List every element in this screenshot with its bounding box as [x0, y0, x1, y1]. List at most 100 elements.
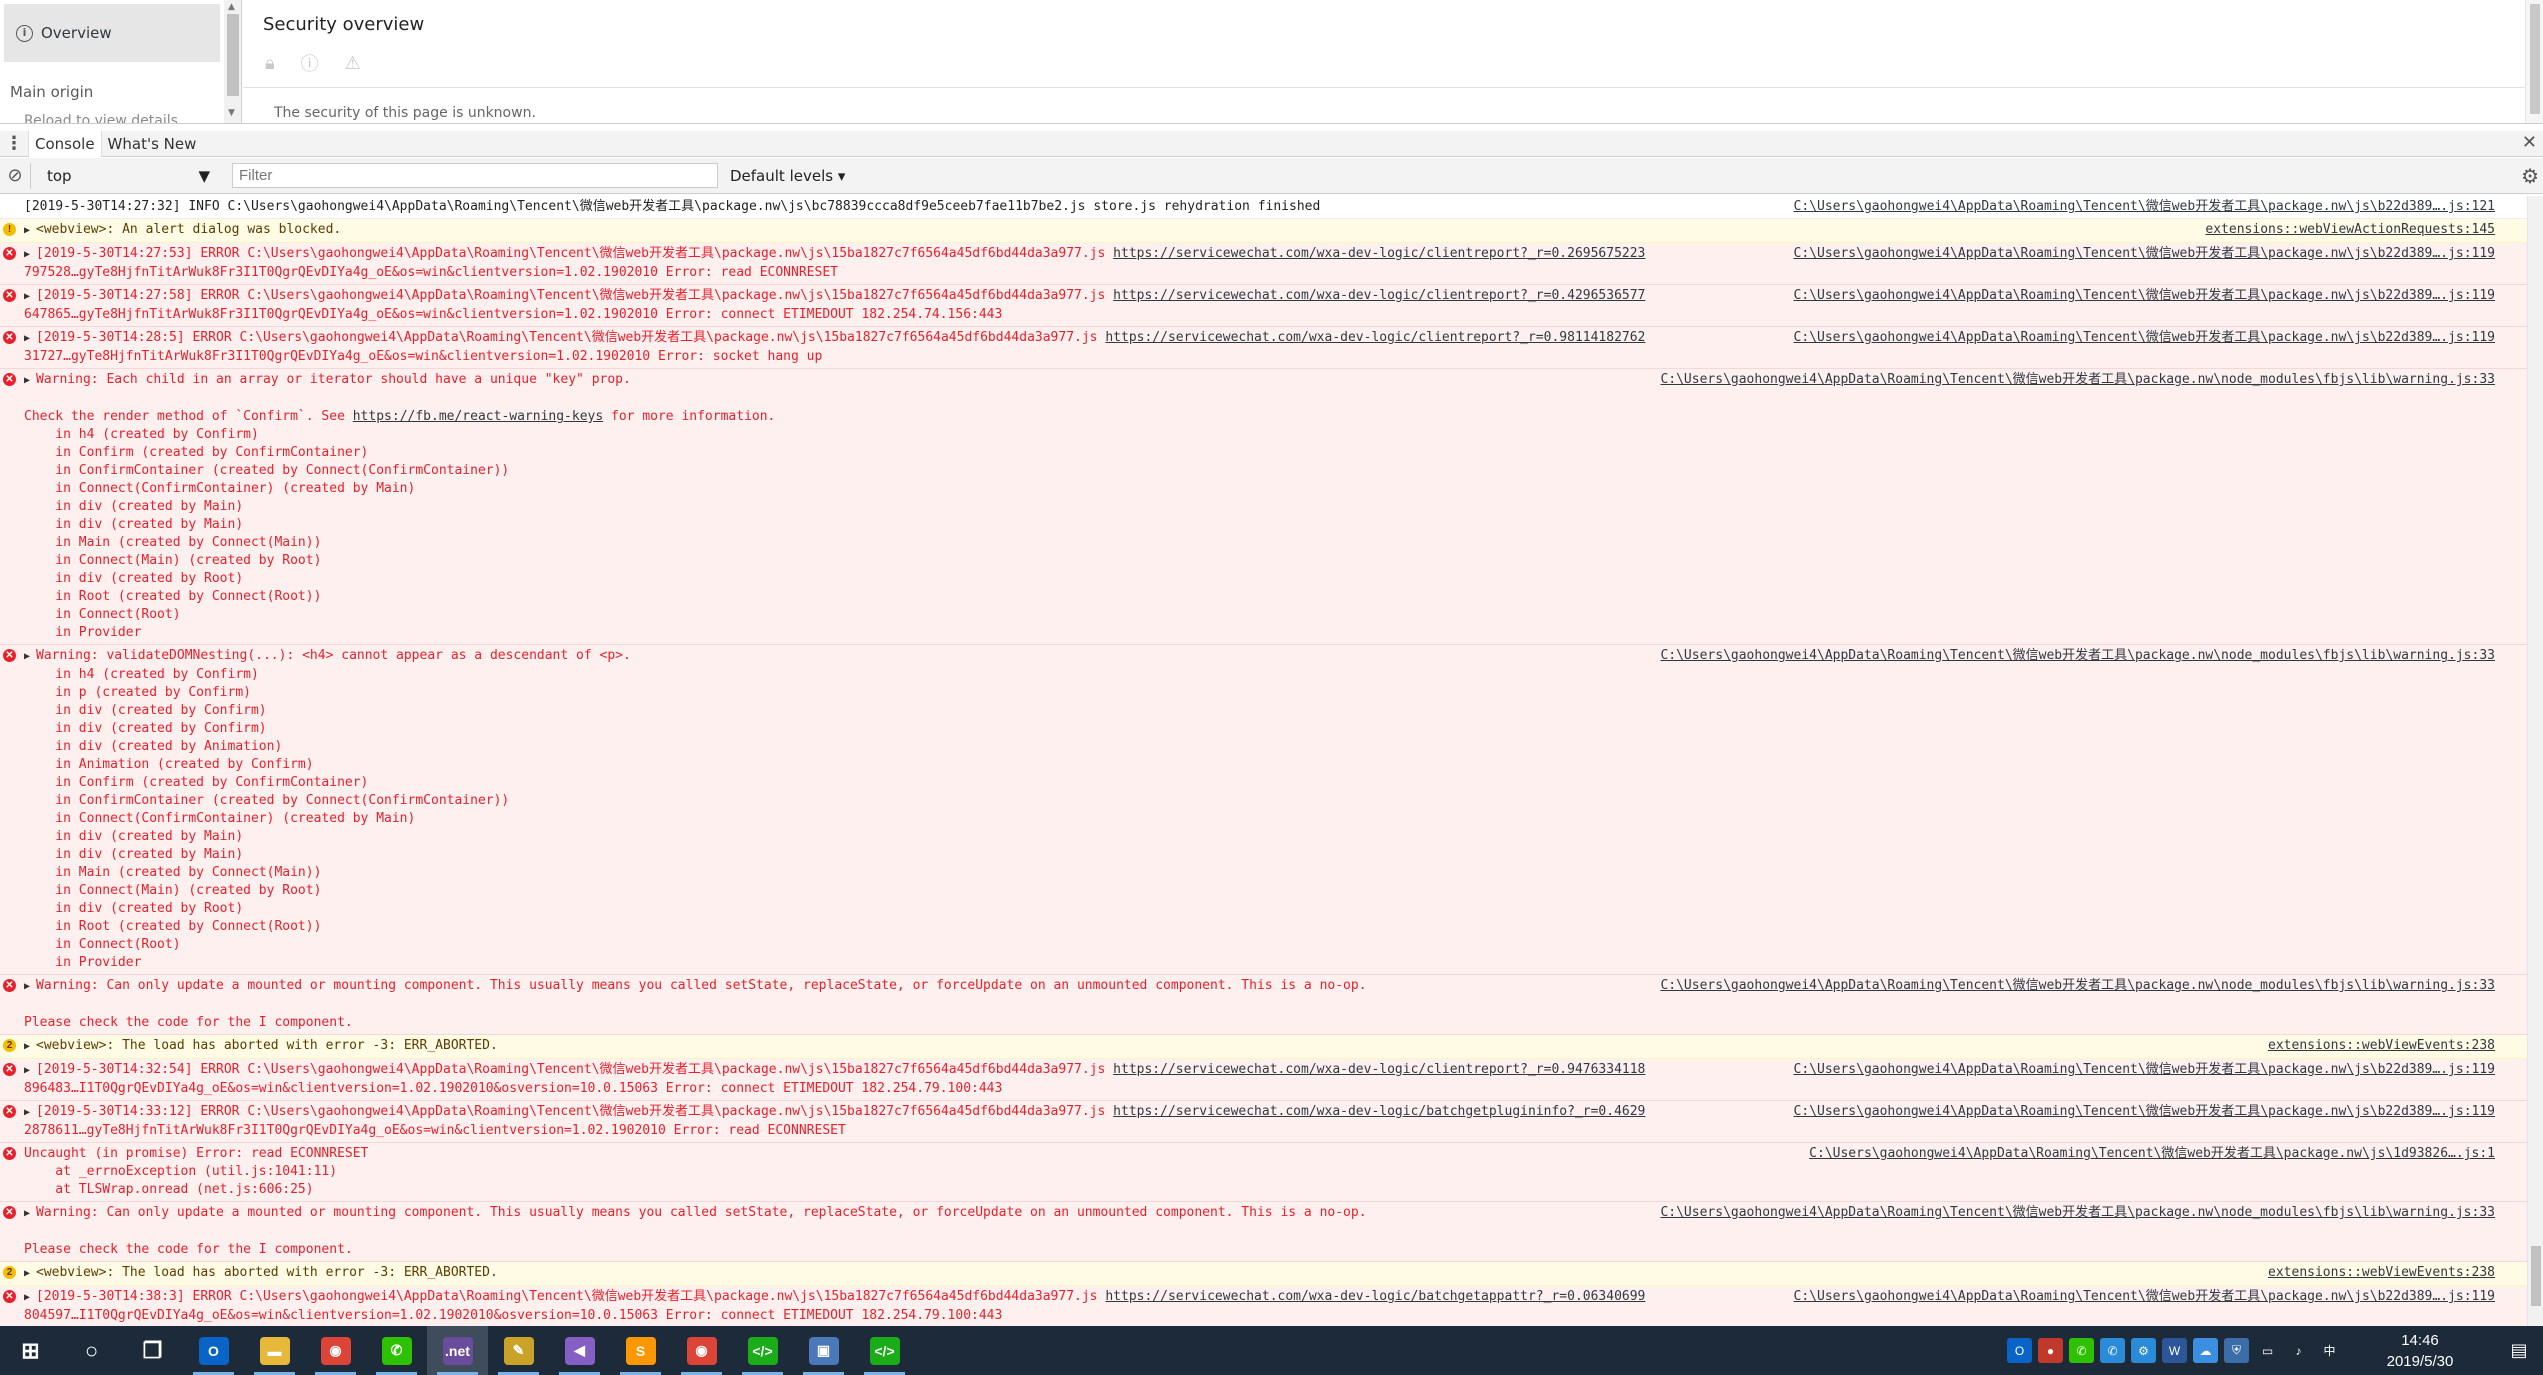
console-message[interactable]: 2 extensions::webViewEvents:238 ▶ <webview>… — [0, 1262, 2527, 1286]
notification-icon[interactable]: ▤ — [2495, 1326, 2543, 1375]
scrollbar-thumb[interactable] — [2531, 1246, 2541, 1306]
start-button[interactable]: ⊞ — [0, 1326, 61, 1375]
wechat-devtools-app[interactable]: </> — [732, 1326, 793, 1375]
source-link[interactable]: C:\Users\gaohongwei4\AppData\Roaming\Ten… — [1794, 245, 2495, 263]
gear-icon[interactable]: ⚙ — [2521, 164, 2539, 188]
console-message[interactable]: 2 extensions::webViewEvents:238 ▶ <webview>… — [0, 1035, 2527, 1059]
editor-app[interactable]: ✎ — [488, 1326, 549, 1375]
docs-link[interactable]: https://fb.me/react-warning-keys — [353, 409, 603, 424]
sidebar-item-overview[interactable]: i Overview — [4, 4, 220, 62]
clear-console-icon[interactable]: ⊘ — [0, 165, 30, 186]
expand-triangle-icon[interactable]: ▶ — [24, 1289, 36, 1307]
source-link[interactable]: C:\Users\gaohongwei4\AppData\Roaming\Ten… — [1794, 198, 2495, 216]
search-button[interactable]: ○ — [61, 1326, 122, 1375]
volume-tray-icon[interactable]: ♪ — [2286, 1338, 2311, 1363]
scroll-up-icon[interactable]: ▲ — [228, 2, 235, 12]
console-message[interactable]: ✕ C:\Users\gaohongwei4\AppData\Roaming\Te… — [0, 1101, 2527, 1143]
scrollbar-thumb[interactable] — [227, 14, 239, 96]
more-vertical-icon[interactable]: ⋮ — [0, 134, 28, 153]
filter-input[interactable] — [232, 163, 718, 188]
clock[interactable]: 14:46 2019/5/30 — [2345, 1330, 2495, 1372]
console-toolbar: ⊘ top ▼ Default levels ▾ ⚙ — [0, 158, 2543, 194]
console-message[interactable]: ✕ C:\Users\gaohongwei4\AppData\Roaming\Te… — [0, 975, 2527, 1035]
request-url-link[interactable]: https://servicewechat.com/wxa-dev-logic/… — [1113, 288, 1645, 303]
source-link[interactable]: C:\Users\gaohongwei4\AppData\Roaming\Ten… — [1660, 977, 2495, 995]
source-link[interactable]: C:\Users\gaohongwei4\AppData\Roaming\Ten… — [1794, 1061, 2495, 1079]
expand-triangle-icon[interactable]: ▶ — [24, 288, 36, 306]
expand-triangle-icon[interactable]: ▶ — [24, 1104, 36, 1122]
expand-triangle-icon[interactable]: ▶ — [24, 372, 36, 390]
request-url-link[interactable]: https://servicewechat.com/wxa-dev-logic/… — [1113, 246, 1645, 261]
shield-tray-icon[interactable]: ⛨ — [2224, 1338, 2249, 1363]
expand-triangle-icon[interactable]: ▶ — [24, 1205, 36, 1223]
scroll-down-icon[interactable]: ▼ — [228, 108, 235, 118]
expand-triangle-icon[interactable]: ▶ — [24, 222, 36, 240]
console-message[interactable]: C:\Users\gaohongwei4\AppData\Roaming\Ten… — [0, 196, 2527, 219]
outlook-app[interactable]: O — [183, 1326, 244, 1375]
expand-triangle-icon[interactable]: ▶ — [24, 1265, 36, 1283]
remote-app[interactable]: ▣ — [793, 1326, 854, 1375]
console-message[interactable]: ! extensions::webViewActionRequests:145 ▶ <… — [0, 219, 2527, 243]
dotnet-app[interactable]: .net — [427, 1326, 488, 1375]
request-url-link[interactable]: https://servicewechat.com/wxa-dev-logic/… — [1113, 1062, 1645, 1077]
source-link[interactable]: C:\Users\gaohongwei4\AppData\Roaming\Ten… — [1809, 1145, 2495, 1163]
wechat-tray-icon[interactable]: ✆ — [2069, 1338, 2094, 1363]
outlook-tray-icon[interactable]: O — [2007, 1338, 2032, 1363]
source-link[interactable]: C:\Users\gaohongwei4\AppData\Roaming\Ten… — [1794, 1103, 2495, 1121]
expand-triangle-icon[interactable]: ▶ — [24, 648, 36, 666]
cloud-tray-icon[interactable]: ☁ — [2193, 1338, 2218, 1363]
source-link[interactable]: C:\Users\gaohongwei4\AppData\Roaming\Ten… — [1794, 1288, 2495, 1306]
tab-console[interactable]: Console — [28, 130, 102, 157]
ime-tray-icon[interactable]: 中 — [2317, 1338, 2342, 1363]
console-message[interactable]: ✕ C:\Users\gaohongwei4\AppData\Roaming\Te… — [0, 369, 2527, 645]
request-url-link[interactable]: https://servicewechat.com/wxa-dev-logic/… — [1105, 330, 1645, 345]
context-selector[interactable]: top ▼ — [30, 162, 218, 189]
scrollbar-thumb[interactable] — [2530, 4, 2540, 114]
source-link[interactable]: C:\Users\gaohongwei4\AppData\Roaming\Ten… — [1794, 287, 2495, 305]
expand-triangle-icon[interactable]: ▶ — [24, 330, 36, 348]
wechat-devtools-app-2[interactable]: </> — [854, 1326, 915, 1375]
source-link[interactable]: C:\Users\gaohongwei4\AppData\Roaming\Ten… — [1660, 1204, 2495, 1222]
request-url-link[interactable]: https://servicewechat.com/wxa-dev-logic/… — [1105, 1289, 1645, 1304]
expand-triangle-icon[interactable]: ▶ — [24, 978, 36, 996]
source-link[interactable]: extensions::webViewActionRequests:145 — [2205, 221, 2495, 239]
sidebar-scrollbar[interactable]: ▲ ▼ — [224, 0, 241, 123]
source-link[interactable]: C:\Users\gaohongwei4\AppData\Roaming\Ten… — [1660, 371, 2495, 389]
expand-triangle-icon[interactable]: ▶ — [24, 246, 36, 264]
wecom-tray-icon[interactable]: ✆ — [2100, 1338, 2125, 1363]
console-message[interactable]: ✕ C:\Users\gaohongwei4\AppData\Roaming\Te… — [0, 285, 2527, 327]
request-url-link[interactable]: https://servicewechat.com/wxa-dev-logic/… — [1113, 1104, 1645, 1119]
chrome-app[interactable]: ◉ — [305, 1326, 366, 1375]
display-tray-icon[interactable]: ▭ — [2255, 1338, 2280, 1363]
console-message[interactable]: ✕ C:\Users\gaohongwei4\AppData\Roaming\Te… — [0, 1286, 2527, 1326]
console-message[interactable]: ✕ C:\Users\gaohongwei4\AppData\Roaming\Te… — [0, 1143, 2527, 1202]
console-message[interactable]: ✕ C:\Users\gaohongwei4\AppData\Roaming\Te… — [0, 1059, 2527, 1101]
console-scrollbar[interactable] — [2527, 196, 2543, 1326]
expand-triangle-icon[interactable]: ▶ — [24, 1062, 36, 1080]
source-link[interactable]: C:\Users\gaohongwei4\AppData\Roaming\Ten… — [1660, 647, 2495, 665]
tab-whats-new[interactable]: What's New — [102, 131, 203, 157]
close-icon[interactable]: ✕ — [2522, 132, 2537, 153]
app-tray-icon[interactable]: ● — [2038, 1338, 2063, 1363]
console-message[interactable]: ✕ C:\Users\gaohongwei4\AppData\Roaming\Te… — [0, 1202, 2527, 1262]
sublime-app[interactable]: S — [610, 1326, 671, 1375]
error-icon: ✕ — [3, 331, 16, 344]
expand-triangle-icon[interactable]: ▶ — [24, 1038, 36, 1056]
task-view-button[interactable]: ❐ — [122, 1326, 183, 1375]
source-link[interactable]: extensions::webViewEvents:238 — [2268, 1037, 2495, 1055]
network-tray-icon[interactable]: ⚙ — [2131, 1338, 2156, 1363]
wechat-app[interactable]: ✆ — [366, 1326, 427, 1375]
console-message[interactable]: ✕ C:\Users\gaohongwei4\AppData\Roaming\Te… — [0, 243, 2527, 285]
file-explorer-app[interactable]: ▬ — [244, 1326, 305, 1375]
source-link[interactable]: extensions::webViewEvents:238 — [2268, 1264, 2495, 1282]
chrome-app-2[interactable]: ◉ — [671, 1326, 732, 1375]
windows-icon: ⊞ — [21, 1337, 40, 1363]
console-message[interactable]: ✕ C:\Users\gaohongwei4\AppData\Roaming\Te… — [0, 645, 2527, 975]
word-tray-icon[interactable]: W — [2162, 1338, 2187, 1363]
security-scrollbar[interactable] — [2525, 0, 2543, 123]
context-value: top — [47, 166, 72, 185]
console-message[interactable]: ✕ C:\Users\gaohongwei4\AppData\Roaming\Te… — [0, 327, 2527, 369]
source-link[interactable]: C:\Users\gaohongwei4\AppData\Roaming\Ten… — [1794, 329, 2495, 347]
visual-studio-app[interactable]: ◀ — [549, 1326, 610, 1375]
log-levels-dropdown[interactable]: Default levels ▾ — [730, 167, 845, 185]
